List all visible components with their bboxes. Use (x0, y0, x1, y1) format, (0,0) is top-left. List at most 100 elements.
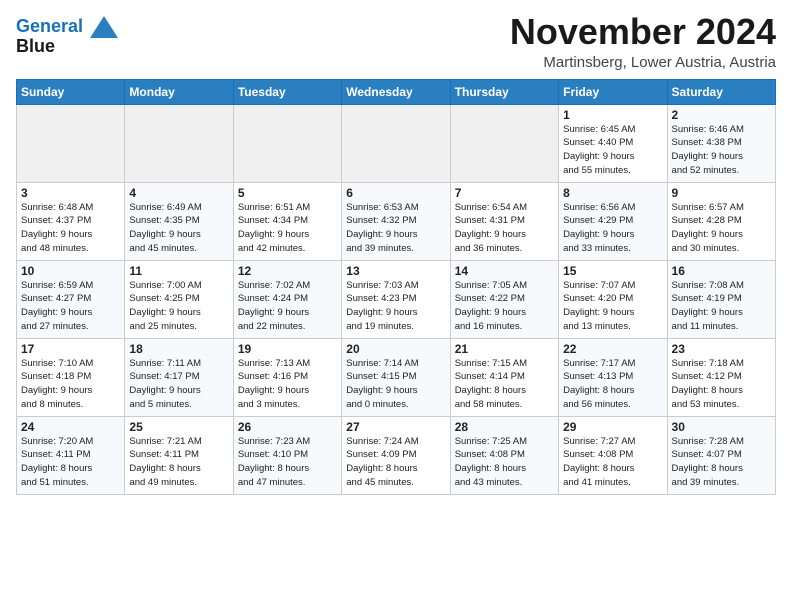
day-number: 2 (672, 108, 771, 122)
logo-blue: Blue (16, 36, 118, 57)
day-number: 15 (563, 264, 662, 278)
day-info: Sunrise: 7:11 AM Sunset: 4:17 PM Dayligh… (129, 357, 228, 412)
day-cell: 17Sunrise: 7:10 AM Sunset: 4:18 PM Dayli… (17, 338, 125, 416)
day-number: 26 (238, 420, 337, 434)
week-row-4: 17Sunrise: 7:10 AM Sunset: 4:18 PM Dayli… (17, 338, 776, 416)
week-row-3: 10Sunrise: 6:59 AM Sunset: 4:27 PM Dayli… (17, 260, 776, 338)
day-number: 29 (563, 420, 662, 434)
day-number: 5 (238, 186, 337, 200)
header-row: SundayMondayTuesdayWednesdayThursdayFrid… (17, 79, 776, 104)
col-header-monday: Monday (125, 79, 233, 104)
col-header-friday: Friday (559, 79, 667, 104)
day-cell: 8Sunrise: 6:56 AM Sunset: 4:29 PM Daylig… (559, 182, 667, 260)
header: General Blue November 2024 Martinsberg, … (16, 12, 776, 71)
day-cell: 20Sunrise: 7:14 AM Sunset: 4:15 PM Dayli… (342, 338, 450, 416)
day-cell: 5Sunrise: 6:51 AM Sunset: 4:34 PM Daylig… (233, 182, 341, 260)
day-number: 21 (455, 342, 554, 356)
day-cell: 29Sunrise: 7:27 AM Sunset: 4:08 PM Dayli… (559, 416, 667, 494)
day-cell (450, 104, 558, 182)
day-number: 23 (672, 342, 771, 356)
logo-text: General (16, 16, 118, 38)
day-info: Sunrise: 6:45 AM Sunset: 4:40 PM Dayligh… (563, 123, 662, 178)
day-info: Sunrise: 6:56 AM Sunset: 4:29 PM Dayligh… (563, 201, 662, 256)
day-info: Sunrise: 7:08 AM Sunset: 4:19 PM Dayligh… (672, 279, 771, 334)
day-info: Sunrise: 7:21 AM Sunset: 4:11 PM Dayligh… (129, 435, 228, 490)
logo-general: General (16, 16, 83, 36)
week-row-2: 3Sunrise: 6:48 AM Sunset: 4:37 PM Daylig… (17, 182, 776, 260)
day-cell: 25Sunrise: 7:21 AM Sunset: 4:11 PM Dayli… (125, 416, 233, 494)
title-block: November 2024 Martinsberg, Lower Austria… (510, 12, 776, 71)
day-cell: 23Sunrise: 7:18 AM Sunset: 4:12 PM Dayli… (667, 338, 775, 416)
day-info: Sunrise: 7:05 AM Sunset: 4:22 PM Dayligh… (455, 279, 554, 334)
day-cell: 9Sunrise: 6:57 AM Sunset: 4:28 PM Daylig… (667, 182, 775, 260)
day-number: 30 (672, 420, 771, 434)
day-info: Sunrise: 7:20 AM Sunset: 4:11 PM Dayligh… (21, 435, 120, 490)
col-header-sunday: Sunday (17, 79, 125, 104)
day-cell: 16Sunrise: 7:08 AM Sunset: 4:19 PM Dayli… (667, 260, 775, 338)
day-cell: 3Sunrise: 6:48 AM Sunset: 4:37 PM Daylig… (17, 182, 125, 260)
day-number: 4 (129, 186, 228, 200)
day-number: 18 (129, 342, 228, 356)
week-row-1: 1Sunrise: 6:45 AM Sunset: 4:40 PM Daylig… (17, 104, 776, 182)
day-cell: 1Sunrise: 6:45 AM Sunset: 4:40 PM Daylig… (559, 104, 667, 182)
day-cell (233, 104, 341, 182)
week-row-5: 24Sunrise: 7:20 AM Sunset: 4:11 PM Dayli… (17, 416, 776, 494)
day-cell: 13Sunrise: 7:03 AM Sunset: 4:23 PM Dayli… (342, 260, 450, 338)
day-info: Sunrise: 6:57 AM Sunset: 4:28 PM Dayligh… (672, 201, 771, 256)
day-number: 17 (21, 342, 120, 356)
day-cell (17, 104, 125, 182)
day-info: Sunrise: 6:53 AM Sunset: 4:32 PM Dayligh… (346, 201, 445, 256)
location: Martinsberg, Lower Austria, Austria (510, 54, 776, 71)
day-number: 10 (21, 264, 120, 278)
page-container: General Blue November 2024 Martinsberg, … (0, 0, 792, 503)
day-info: Sunrise: 6:54 AM Sunset: 4:31 PM Dayligh… (455, 201, 554, 256)
day-number: 6 (346, 186, 445, 200)
day-info: Sunrise: 6:59 AM Sunset: 4:27 PM Dayligh… (21, 279, 120, 334)
day-info: Sunrise: 7:15 AM Sunset: 4:14 PM Dayligh… (455, 357, 554, 412)
day-number: 19 (238, 342, 337, 356)
day-cell: 18Sunrise: 7:11 AM Sunset: 4:17 PM Dayli… (125, 338, 233, 416)
day-number: 16 (672, 264, 771, 278)
day-info: Sunrise: 7:10 AM Sunset: 4:18 PM Dayligh… (21, 357, 120, 412)
day-number: 7 (455, 186, 554, 200)
day-cell: 15Sunrise: 7:07 AM Sunset: 4:20 PM Dayli… (559, 260, 667, 338)
day-number: 1 (563, 108, 662, 122)
day-info: Sunrise: 7:02 AM Sunset: 4:24 PM Dayligh… (238, 279, 337, 334)
day-info: Sunrise: 7:07 AM Sunset: 4:20 PM Dayligh… (563, 279, 662, 334)
day-info: Sunrise: 7:00 AM Sunset: 4:25 PM Dayligh… (129, 279, 228, 334)
day-info: Sunrise: 7:27 AM Sunset: 4:08 PM Dayligh… (563, 435, 662, 490)
col-header-wednesday: Wednesday (342, 79, 450, 104)
day-cell (342, 104, 450, 182)
day-info: Sunrise: 7:23 AM Sunset: 4:10 PM Dayligh… (238, 435, 337, 490)
day-info: Sunrise: 6:51 AM Sunset: 4:34 PM Dayligh… (238, 201, 337, 256)
day-cell: 11Sunrise: 7:00 AM Sunset: 4:25 PM Dayli… (125, 260, 233, 338)
day-cell: 4Sunrise: 6:49 AM Sunset: 4:35 PM Daylig… (125, 182, 233, 260)
day-cell: 6Sunrise: 6:53 AM Sunset: 4:32 PM Daylig… (342, 182, 450, 260)
col-header-tuesday: Tuesday (233, 79, 341, 104)
day-cell: 12Sunrise: 7:02 AM Sunset: 4:24 PM Dayli… (233, 260, 341, 338)
day-cell (125, 104, 233, 182)
calendar-table: SundayMondayTuesdayWednesdayThursdayFrid… (16, 79, 776, 495)
day-number: 27 (346, 420, 445, 434)
day-number: 13 (346, 264, 445, 278)
day-number: 3 (21, 186, 120, 200)
day-cell: 22Sunrise: 7:17 AM Sunset: 4:13 PM Dayli… (559, 338, 667, 416)
day-number: 25 (129, 420, 228, 434)
day-cell: 10Sunrise: 6:59 AM Sunset: 4:27 PM Dayli… (17, 260, 125, 338)
day-info: Sunrise: 7:17 AM Sunset: 4:13 PM Dayligh… (563, 357, 662, 412)
day-number: 22 (563, 342, 662, 356)
day-number: 8 (563, 186, 662, 200)
day-cell: 21Sunrise: 7:15 AM Sunset: 4:14 PM Dayli… (450, 338, 558, 416)
month-title: November 2024 (510, 12, 776, 52)
day-info: Sunrise: 7:25 AM Sunset: 4:08 PM Dayligh… (455, 435, 554, 490)
day-number: 11 (129, 264, 228, 278)
day-cell: 24Sunrise: 7:20 AM Sunset: 4:11 PM Dayli… (17, 416, 125, 494)
day-number: 28 (455, 420, 554, 434)
day-info: Sunrise: 7:18 AM Sunset: 4:12 PM Dayligh… (672, 357, 771, 412)
day-cell: 2Sunrise: 6:46 AM Sunset: 4:38 PM Daylig… (667, 104, 775, 182)
day-cell: 27Sunrise: 7:24 AM Sunset: 4:09 PM Dayli… (342, 416, 450, 494)
day-cell: 7Sunrise: 6:54 AM Sunset: 4:31 PM Daylig… (450, 182, 558, 260)
day-info: Sunrise: 7:13 AM Sunset: 4:16 PM Dayligh… (238, 357, 337, 412)
day-info: Sunrise: 7:03 AM Sunset: 4:23 PM Dayligh… (346, 279, 445, 334)
col-header-thursday: Thursday (450, 79, 558, 104)
